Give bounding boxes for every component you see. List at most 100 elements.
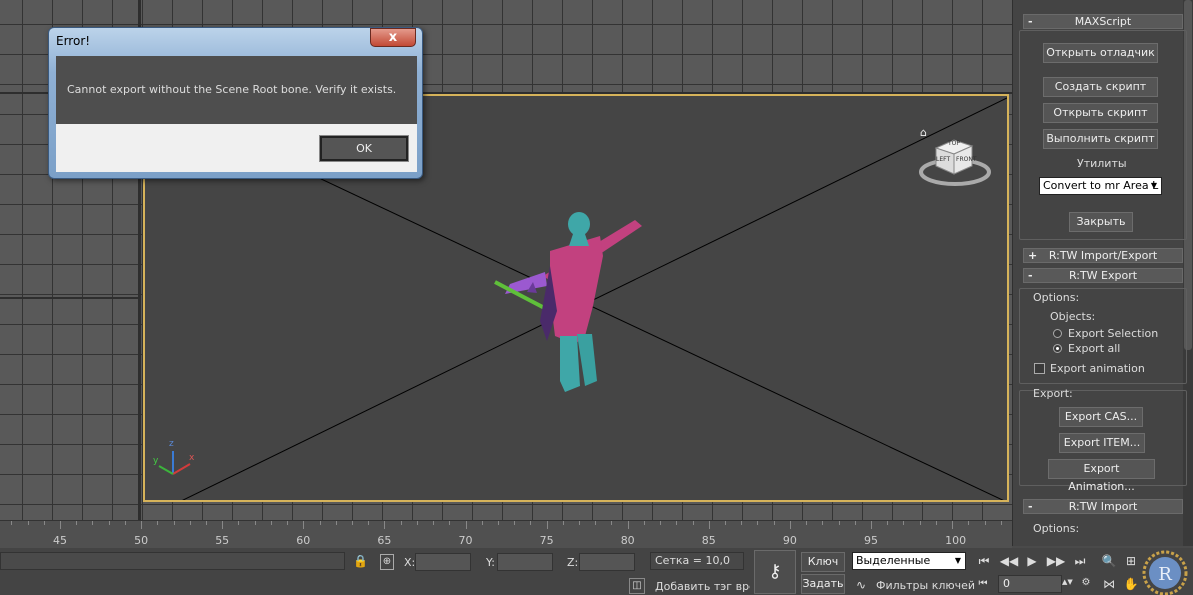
ruler-tick — [757, 521, 759, 525]
dialog-footer: OK — [56, 124, 417, 172]
close-icon[interactable]: x — [370, 28, 416, 47]
viewcube-top-label: TOP — [948, 140, 961, 147]
ruler-tick — [124, 521, 126, 525]
lock-icon[interactable]: 🔒 — [353, 554, 368, 568]
chevron-down-icon: ▼ — [1150, 181, 1158, 190]
grid-spacing: Сетка = 10,0 — [650, 552, 744, 570]
export-selection-label[interactable]: Export Selection — [1068, 327, 1158, 340]
axis-z-label: z — [169, 439, 174, 449]
utilities-dropdown[interactable]: Convert to mr Area L ▼ — [1039, 177, 1162, 195]
frame-spinner-icon[interactable]: ▲▼ — [1062, 575, 1073, 589]
ruler-tick — [416, 521, 418, 525]
open-script-button[interactable]: Открыть скрипт — [1043, 103, 1158, 123]
chevron-down-icon: ▼ — [954, 556, 962, 565]
next-frame-icon[interactable]: ▶▶ — [1046, 554, 1066, 568]
export-all-label[interactable]: Export all — [1068, 342, 1120, 355]
ruler-tick — [546, 521, 548, 529]
absolute-mode-icon[interactable]: ⊕ — [380, 554, 394, 570]
ruler-tick — [205, 521, 207, 525]
ruler-tick — [1000, 521, 1002, 525]
dialog-body: Cannot export without the Scene Root bon… — [56, 56, 417, 124]
ruler-tick — [968, 521, 970, 525]
viewcube[interactable]: ⌂ FRONT TOP LEFT — [918, 126, 992, 188]
open-listener-button[interactable]: Открыть отладчик — [1043, 43, 1158, 63]
close-button[interactable]: Закрыть — [1069, 212, 1133, 232]
x-label: X: — [404, 556, 416, 569]
run-script-button[interactable]: Выполнить скрипт — [1043, 129, 1158, 149]
ruler-tick — [854, 521, 856, 525]
export-animation-button[interactable]: Export Animation... — [1048, 459, 1155, 493]
character-model[interactable] — [494, 212, 642, 392]
current-frame-field[interactable]: 0 — [998, 575, 1062, 593]
ruler-label: 65 — [377, 534, 392, 547]
ruler-tick — [773, 521, 775, 525]
set-key-button[interactable]: Задать — [801, 574, 845, 594]
export-label: Export: — [1033, 387, 1073, 400]
key-filters-button[interactable]: Фильтры ключей — [876, 579, 975, 592]
prev-frame-icon[interactable]: ◀◀ — [999, 554, 1019, 568]
ruler-tick — [660, 521, 662, 525]
ruler-tick — [595, 521, 597, 525]
ruler-tick — [919, 521, 921, 525]
ruler-tick — [789, 521, 791, 529]
ruler-label: 95 — [864, 534, 878, 547]
ruler-tick — [92, 521, 94, 525]
goto-start-icon[interactable]: ⏮ — [974, 554, 994, 568]
rollout-rtw-import-export-header[interactable]: + R:TW Import/Export — [1023, 248, 1183, 263]
zoom-icon[interactable]: 🔍 — [1100, 554, 1118, 568]
ruler-tick — [676, 521, 678, 525]
axis-tripod — [158, 451, 191, 475]
ruler-tick — [287, 521, 289, 525]
y-label: Y: — [486, 556, 495, 569]
options-label: Options: — [1033, 291, 1080, 304]
utilities-label: Утилиты — [1077, 157, 1127, 170]
export-cas-button[interactable]: Export CAS... — [1059, 407, 1143, 427]
export-animation-checkbox[interactable] — [1034, 363, 1045, 374]
timeline-ruler[interactable]: 45 50 55 60 65 70 75 80 85 90 95 100 — [0, 520, 1012, 548]
ruler-tick — [270, 521, 272, 525]
auto-key-button[interactable]: Ключ — [801, 552, 845, 572]
add-time-tag[interactable]: Добавить тэг врем — [655, 580, 750, 593]
y-coordinate-field[interactable] — [497, 553, 553, 571]
goto-end-icon[interactable]: ⏭ — [1070, 554, 1090, 568]
export-selection-radio[interactable] — [1053, 329, 1062, 338]
ruler-tick — [562, 521, 564, 525]
new-script-button[interactable]: Создать скрипт — [1043, 77, 1158, 97]
ruler-label: 45 — [53, 534, 67, 547]
ruler-tick — [11, 521, 13, 525]
z-coordinate-field[interactable] — [579, 553, 635, 571]
x-coordinate-field[interactable] — [415, 553, 471, 571]
ruler-tick — [60, 521, 61, 529]
rollout-rtw-import-header[interactable]: - R:TW Import — [1023, 499, 1183, 514]
ok-button[interactable]: OK — [319, 135, 409, 162]
svg-text:R: R — [1158, 564, 1172, 585]
ruler-tick — [384, 521, 386, 529]
ruler-tick — [335, 521, 337, 525]
pan-icon[interactable]: ✋ — [1122, 577, 1140, 591]
export-all-radio[interactable] — [1053, 344, 1062, 353]
ruler-tick — [43, 521, 45, 525]
ruler-tick — [838, 521, 840, 525]
export-item-button[interactable]: Export ITEM... — [1059, 433, 1145, 453]
ruler-tick — [887, 521, 889, 525]
rollout-rtw-export-header[interactable]: - R:TW Export — [1023, 268, 1183, 283]
ruler-tick — [319, 521, 321, 525]
time-tag-icon[interactable]: ◫ — [629, 578, 645, 594]
ruler-tick — [692, 521, 694, 525]
ruler-tick — [708, 521, 710, 529]
ruler-tick — [952, 521, 954, 529]
export-animation-label[interactable]: Export animation — [1050, 362, 1145, 375]
field-of-view-icon[interactable]: ⋈ — [1100, 577, 1118, 591]
import-options-label: Options: — [1033, 522, 1080, 535]
key-mode-icon[interactable]: ⏮ — [974, 577, 992, 591]
time-config-icon[interactable]: ⚙ — [1078, 576, 1094, 590]
zoom-extents-icon[interactable]: ⊞ — [1122, 554, 1140, 568]
status-bar: 🔒 ⊕ X: Y: Z: Сетка = 10,0 ◫ Добавить тэг… — [0, 548, 1193, 595]
key-filters-icon[interactable]: ∿ — [853, 578, 869, 592]
set-key-icon[interactable]: ⚷ — [754, 550, 796, 594]
ruler-label: 100 — [945, 534, 967, 547]
key-selection-dropdown[interactable]: Выделенные ▼ — [852, 552, 966, 570]
play-icon[interactable]: ▶ — [1022, 554, 1042, 568]
viewcube-front-label: FRONT — [956, 156, 977, 163]
rollout-maxscript-header[interactable]: - MAXScript — [1023, 14, 1183, 29]
